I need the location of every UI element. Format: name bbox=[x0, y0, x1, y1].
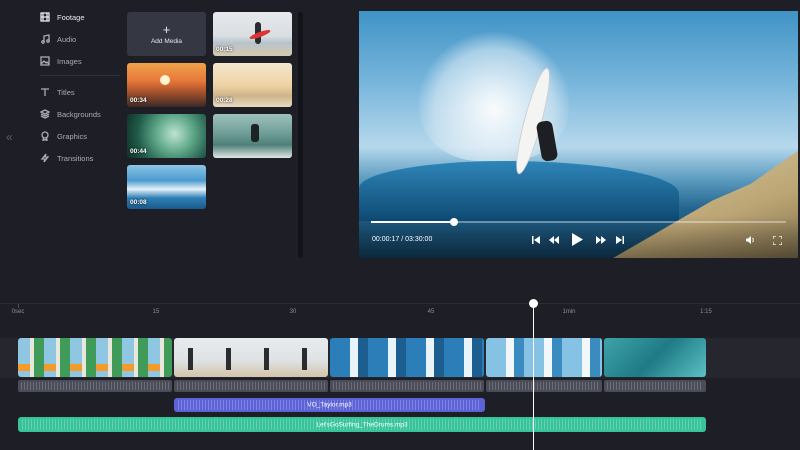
skip-end-icon bbox=[616, 236, 624, 244]
sidebar-item-graphics[interactable]: Graphics bbox=[40, 128, 87, 144]
fullscreen-button[interactable] bbox=[770, 234, 784, 246]
media-tile[interactable]: 00:08 bbox=[127, 165, 206, 209]
timeline-video-clip[interactable] bbox=[174, 338, 328, 377]
lightning-icon bbox=[40, 153, 50, 163]
clip-duration: 00:34 bbox=[130, 97, 147, 104]
ruler-tick-label: 45 bbox=[427, 309, 435, 315]
sidebar-item-label: Images bbox=[57, 56, 82, 66]
sidebar-item-titles[interactable]: Titles bbox=[40, 84, 75, 100]
ruler-tick-label: 0sec bbox=[11, 309, 25, 315]
rewind-icon bbox=[549, 236, 559, 244]
ruler-tick-label: 1min bbox=[562, 309, 576, 315]
clip-audio-strip[interactable] bbox=[486, 380, 602, 392]
play-icon bbox=[571, 232, 583, 246]
clip-duration: 00:28 bbox=[216, 97, 233, 104]
rewind-button[interactable] bbox=[547, 234, 561, 246]
voiceover-track-name: VO_Taylor.mp3 bbox=[307, 401, 352, 409]
clip-thumbnail-detail bbox=[18, 364, 172, 371]
sun bbox=[160, 75, 170, 85]
media-tile[interactable]: 00:34 bbox=[127, 63, 206, 107]
skip-start-icon bbox=[532, 236, 540, 244]
image-icon bbox=[40, 56, 50, 66]
music-track-name: Let'sGoSurfing_TheDrums.mp3 bbox=[316, 421, 408, 428]
collapse-sidebar-button[interactable]: « bbox=[6, 130, 13, 144]
sidebar-item-backgrounds[interactable]: Backgrounds bbox=[40, 106, 101, 122]
clip-duration: 00:15 bbox=[216, 46, 233, 53]
sidebar-item-audio[interactable]: Audio bbox=[40, 31, 76, 47]
clip-duration: 00:08 bbox=[130, 199, 147, 206]
clip-audio-strip[interactable] bbox=[330, 380, 484, 392]
timeline-video-clip[interactable] bbox=[18, 338, 172, 377]
media-tile[interactable] bbox=[213, 114, 292, 158]
clip-audio-strip[interactable] bbox=[18, 380, 172, 392]
sidebar-item-label: Transitions bbox=[57, 153, 94, 163]
sidebar-item-transitions[interactable]: Transitions bbox=[40, 150, 93, 166]
player-progress-bar[interactable] bbox=[371, 218, 786, 226]
timeline-video-clip[interactable] bbox=[330, 338, 484, 377]
skip-end-button[interactable] bbox=[613, 234, 627, 246]
video-preview[interactable]: 00:00:17 / 03:30:00 bbox=[359, 11, 798, 258]
fast-forward-icon bbox=[596, 236, 606, 244]
music-note-icon bbox=[41, 34, 50, 44]
media-library: + Add Media 00:15 00:34 00:28 00:44 00:0… bbox=[126, 10, 296, 260]
video-editor: Footage Audio Images Titles Backgrounds … bbox=[0, 0, 800, 450]
sidebar-item-label: Footage bbox=[57, 12, 85, 22]
ruler-tick-label: 15 bbox=[152, 309, 160, 315]
sidebar: Footage Audio Images Titles Backgrounds … bbox=[0, 0, 122, 300]
skip-start-button[interactable] bbox=[529, 234, 543, 246]
player-progress-fill bbox=[371, 221, 454, 223]
clip-thumbnail-detail bbox=[174, 348, 328, 370]
voiceover-track[interactable]: VO_Taylor.mp3 bbox=[174, 398, 485, 412]
timeline-video-clip[interactable] bbox=[486, 338, 602, 377]
sidebar-item-label: Audio bbox=[57, 34, 77, 44]
sidebar-item-label: Backgrounds bbox=[57, 109, 101, 119]
clip-audio-strip[interactable] bbox=[604, 380, 706, 392]
player-time: 00:00:17 / 03:30:00 bbox=[372, 236, 433, 243]
text-icon bbox=[41, 88, 49, 96]
sidebar-item-footage[interactable]: Footage bbox=[40, 9, 85, 25]
surfer-figure bbox=[251, 124, 259, 142]
sidebar-item-images[interactable]: Images bbox=[40, 53, 82, 69]
badge-icon bbox=[41, 131, 49, 141]
layers-icon bbox=[40, 109, 50, 119]
clip-duration: 00:44 bbox=[130, 148, 147, 155]
sidebar-divider bbox=[40, 75, 120, 76]
playhead-handle[interactable] bbox=[529, 299, 538, 308]
timeline-video-clip[interactable] bbox=[604, 338, 706, 377]
add-media-button[interactable]: + Add Media bbox=[127, 12, 206, 56]
play-button[interactable] bbox=[568, 231, 586, 247]
media-tile[interactable]: 00:15 bbox=[213, 12, 292, 56]
fast-forward-button[interactable] bbox=[594, 234, 608, 246]
film-icon bbox=[40, 12, 50, 22]
sidebar-item-label: Graphics bbox=[57, 131, 88, 141]
volume-button[interactable] bbox=[744, 234, 758, 246]
player-scrubber-handle[interactable] bbox=[450, 218, 458, 226]
media-tile[interactable]: 00:28 bbox=[213, 63, 292, 107]
plus-icon: + bbox=[162, 21, 171, 37]
timeline-playhead[interactable] bbox=[529, 299, 538, 450]
add-media-label: Add Media bbox=[150, 37, 183, 45]
timeline-ruler[interactable]: 0sec 15 30 45 1min 1:15 bbox=[0, 303, 800, 317]
media-scrollbar[interactable] bbox=[298, 12, 303, 258]
volume-icon bbox=[746, 236, 754, 244]
ruler-tick-label: 1:15 bbox=[700, 309, 712, 315]
music-track[interactable]: Let'sGoSurfing_TheDrums.mp3 bbox=[18, 417, 706, 432]
clip-audio-strip[interactable] bbox=[174, 380, 328, 392]
media-tile[interactable]: 00:44 bbox=[127, 114, 206, 158]
fullscreen-icon bbox=[772, 235, 782, 245]
sidebar-item-label: Titles bbox=[57, 87, 75, 97]
ruler-tick-label: 30 bbox=[289, 309, 297, 315]
